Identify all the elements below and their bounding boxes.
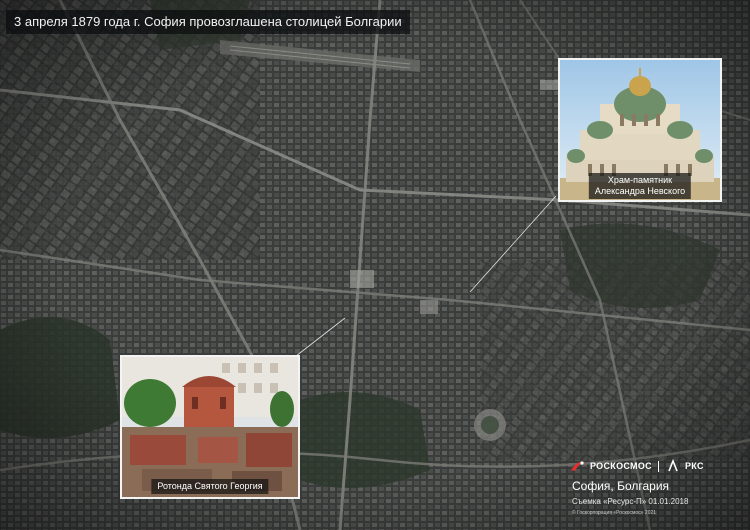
copyright-label: © Госкорпорация «Роскосмос» 2021 [572,510,657,516]
survey-label: Съемка «Ресурс-П» 01.01.2018 [572,497,689,506]
cathedral-caption-line2: Александра Невского [594,186,686,196]
cathedral-inset: Храм-памятник Александра Невского [558,58,722,202]
cathedral-caption-line1: Храм-памятник [607,175,673,185]
page-title: 3 апреля 1879 года г. София провозглашен… [6,10,410,34]
branding-block: РОСКОСМОС РКС София, Болгария Съемка «Ре… [570,458,748,528]
rotunda-photo [122,357,298,497]
roscosmos-wordmark: РОСКОСМОС [590,461,652,471]
map-view: 3 апреля 1879 года г. София провозглашен… [0,0,750,530]
roscosmos-logo-icon [571,461,585,471]
location-label: София, Болгария [572,479,670,493]
cathedral-caption: Храм-памятник Александра Невского [588,173,692,199]
logo-divider [657,460,659,472]
logos-row: РОСКОСМОС РКС [570,458,704,474]
rotunda-caption: Ротонда Святого Георгия [151,479,269,494]
rotunda-inset: Ротонда Святого Георгия [120,355,300,499]
rks-wordmark: РКС [684,461,704,471]
rks-logo-icon [668,459,678,472]
